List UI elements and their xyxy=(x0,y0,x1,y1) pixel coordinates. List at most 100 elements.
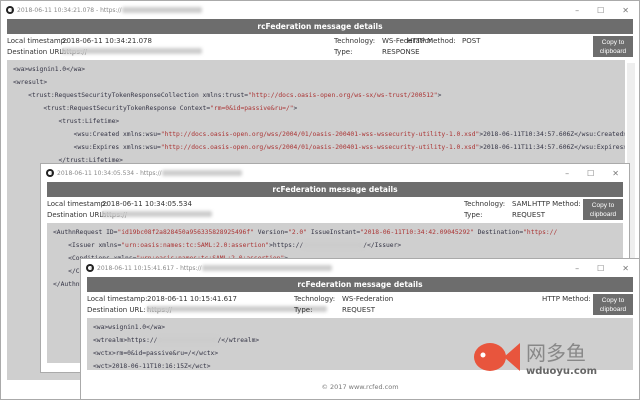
title-bar[interactable]: 2018-06-11 10:34:21.078 - https:// – ☐ ✕ xyxy=(1,1,639,19)
copy-to-clipboard-button[interactable]: Copy to clipboard xyxy=(593,294,633,315)
redacted-text xyxy=(303,242,364,248)
code-segment: > xyxy=(437,92,442,99)
message-info: Local timestamp: 2018-06-11 10:34:21.078… xyxy=(7,34,633,60)
minimize-icon[interactable]: – xyxy=(575,264,579,273)
window-title: 2018-06-11 10:34:05.534 - https:// xyxy=(57,169,162,177)
code-segment: >https:// xyxy=(269,242,304,249)
watermark-en: wduoyu.com xyxy=(526,366,598,377)
destination-label: Destination URL: xyxy=(7,48,66,56)
code-segment: </Co xyxy=(53,268,84,275)
code-segment: /</Issuer> xyxy=(363,242,402,249)
code-segment: "2.0" xyxy=(288,229,308,236)
method-label: HTTP Method: xyxy=(542,295,591,303)
timestamp-value: 2018-06-11 10:34:05.534 xyxy=(102,200,192,208)
code-segment: >2018-06-11T11:34:57.606Z</wsu:Expires> xyxy=(479,144,625,151)
redacted-url xyxy=(201,265,332,271)
code-segment: "http://docs.oasis-open.org/ws-sx/ws-tru… xyxy=(248,92,438,99)
title-bar[interactable]: 2018-06-11 10:34:05.534 - https:// – ☐ ✕ xyxy=(41,164,629,182)
type-value: REQUEST xyxy=(512,211,546,219)
panel-header: rcFederation message details xyxy=(7,19,633,34)
method-value: POST xyxy=(462,37,481,45)
copy-to-clipboard-button[interactable]: Copy to clipboard xyxy=(593,36,633,57)
code-line: <trust:RequestSecurityTokenResponseColle… xyxy=(13,89,619,102)
maximize-icon[interactable]: ☐ xyxy=(587,169,594,178)
code-segment: <wsu:Expires xmlns:wsu= xyxy=(13,144,161,151)
technology-label: Technology: xyxy=(464,200,506,208)
code-segment: </AuthnR xyxy=(53,281,84,288)
title-bar[interactable]: 2018-06-11 10:15:41.617 - https:// – ☐ ✕ xyxy=(81,259,639,277)
code-line: <wsu:Expires xmlns:wsu="http://docs.oasi… xyxy=(13,141,625,154)
app-logo-icon xyxy=(6,6,14,14)
destination-label: Destination URL: xyxy=(47,211,106,219)
panel-header: rcFederation message details xyxy=(87,277,633,292)
message-info: Local timestamp: 2018-06-11 10:15:41.617… xyxy=(87,292,633,318)
redacted-url xyxy=(161,170,242,176)
panel-header: rcFederation message details xyxy=(47,182,623,197)
type-value: REQUEST xyxy=(342,306,376,314)
code-segment: <wa>wsignin1.0</wa> xyxy=(93,324,166,331)
code-segment: "http://docs.oasis-open.org/wss/2004/01/… xyxy=(160,131,480,138)
code-segment: "id19bc08f2a828450a956335828925496f" xyxy=(117,229,254,236)
redacted-url xyxy=(102,211,212,217)
close-icon[interactable]: ✕ xyxy=(622,264,629,273)
redacted-url xyxy=(121,7,202,13)
type-label: Type: xyxy=(294,306,313,314)
method-label: HTTP Method: xyxy=(407,37,456,45)
code-line: <wresult> xyxy=(13,76,619,89)
code-segment: <wct>2018-06-11T10:16:15Z</wct> xyxy=(93,363,211,370)
maximize-icon[interactable]: ☐ xyxy=(597,6,604,15)
technology-label: Technology: xyxy=(294,295,336,303)
technology-value: WS-Federation xyxy=(342,295,394,303)
code-line: <trust:Lifetime> xyxy=(13,115,619,128)
close-icon[interactable]: ✕ xyxy=(612,169,619,178)
code-segment: <wresult> xyxy=(13,79,48,86)
app-logo-icon xyxy=(86,264,94,272)
code-segment: IssueInstant= xyxy=(307,229,361,236)
code-line: <wsu:Created xmlns:wsu="http://docs.oasi… xyxy=(13,128,625,141)
message-info: Local timestamp: 2018-06-11 10:34:05.534… xyxy=(47,197,623,223)
type-label: Type: xyxy=(464,211,483,219)
minimize-icon[interactable]: – xyxy=(565,169,569,178)
fish-logo-icon xyxy=(474,343,520,371)
code-line: <AuthnRequest ID="id19bc08f2a828450a9563… xyxy=(53,226,617,239)
code-line: <Issuer xmlns="urn:oasis:names:tc:SAML:2… xyxy=(53,239,617,252)
code-line: <trust:RequestSecurityTokenResponse Cont… xyxy=(13,102,619,115)
timestamp-label: Local timestamp: xyxy=(7,37,68,45)
code-segment: <trust:RequestSecurityTokenResponseColle… xyxy=(13,92,249,99)
code-segment: <wctx>rm=0&id=passive&ru=/</wctx> xyxy=(93,350,219,357)
copy-to-clipboard-button[interactable]: Copy to clipboard xyxy=(583,199,623,220)
redacted-text xyxy=(157,337,218,343)
code-segment: <wtrealm>https:// xyxy=(93,337,158,344)
code-segment: <Issuer xmlns= xyxy=(53,242,122,249)
code-segment: <AuthnRequest ID= xyxy=(53,229,118,236)
watermark: 网多鱼 wduoyu.com xyxy=(470,333,597,381)
code-segment: <wsu:Created xmlns:wsu= xyxy=(13,131,161,138)
maximize-icon[interactable]: ☐ xyxy=(597,264,604,273)
timestamp-label: Local timestamp: xyxy=(87,295,148,303)
destination-label: Destination URL: xyxy=(87,306,146,314)
code-segment: "urn:oasis:names:tc:SAML:2.0:assertion" xyxy=(121,242,270,249)
code-segment: Destination= xyxy=(473,229,524,236)
technology-label: Technology: xyxy=(334,37,376,45)
footer-copyright: © 2017 www.rcfed.com xyxy=(321,383,399,391)
code-segment: "https:// xyxy=(523,229,558,236)
redacted-url xyxy=(62,48,202,54)
code-segment: <trust:RequestSecurityTokenResponse Cont… xyxy=(13,105,211,112)
timestamp-value: 2018-06-11 10:34:21.078 xyxy=(62,37,152,45)
code-segment: "rm=0&id=passive&ru=/" xyxy=(210,105,294,112)
code-segment: Version= xyxy=(253,229,289,236)
code-segment: /</wtrealm> xyxy=(217,337,260,344)
technology-value: SAML xyxy=(512,200,532,208)
code-segment: > xyxy=(293,105,298,112)
type-label: Type: xyxy=(334,48,353,56)
timestamp-label: Local timestamp: xyxy=(47,200,108,208)
code-segment: "2018-06-11T10:34:42.09045292" xyxy=(360,229,474,236)
window-title: 2018-06-11 10:34:21.078 - https:// xyxy=(17,6,122,14)
code-segment: "http://docs.oasis-open.org/wss/2004/01/… xyxy=(160,144,480,151)
watermark-cn: 网多鱼 xyxy=(526,341,586,365)
code-segment: <trust:Lifetime> xyxy=(13,118,120,125)
type-value: RESPONSE xyxy=(382,48,420,56)
minimize-icon[interactable]: – xyxy=(575,6,579,15)
timestamp-value: 2018-06-11 10:15:41.617 xyxy=(147,295,237,303)
close-icon[interactable]: ✕ xyxy=(622,6,629,15)
